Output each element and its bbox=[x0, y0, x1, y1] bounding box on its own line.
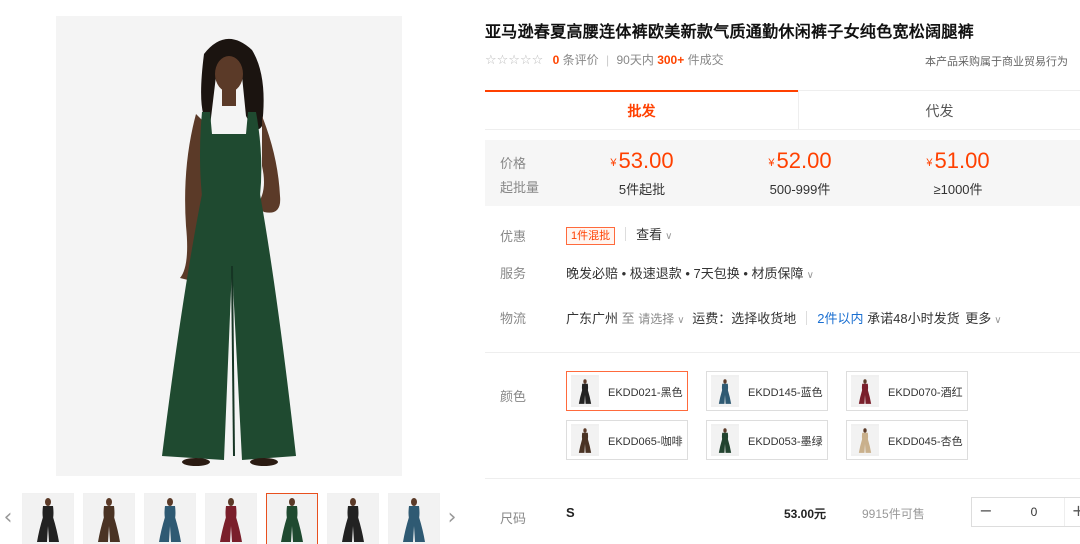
gallery-thumbnail[interactable] bbox=[388, 493, 440, 544]
thumbnail-strip: ‹ › bbox=[0, 490, 462, 544]
review-suffix[interactable]: 条评价 bbox=[563, 53, 599, 67]
gallery-thumbnail[interactable] bbox=[266, 493, 318, 544]
destination-select[interactable]: 请选择 bbox=[638, 312, 674, 326]
to-text: 至 bbox=[621, 311, 635, 326]
trade-note: 本产品采购属于商业贸易行为 bbox=[925, 56, 1068, 68]
currency-symbol: ¥ bbox=[610, 157, 617, 169]
color-option[interactable]: EKDD021-黑色 bbox=[566, 371, 688, 411]
tier-qty: 500-999件 bbox=[769, 182, 831, 197]
color-swatch-image bbox=[711, 375, 739, 407]
thumb-next-arrow-icon[interactable]: › bbox=[444, 504, 460, 534]
color-option[interactable]: EKDD065-咖啡 bbox=[566, 420, 688, 460]
color-option-label: EKDD021-黑色 bbox=[608, 387, 683, 399]
review-count[interactable]: 0 bbox=[553, 53, 560, 67]
tier-qty: 5件起批 bbox=[618, 182, 666, 197]
size-price: 53.00元 bbox=[784, 507, 827, 521]
size-label: 尺码 bbox=[500, 511, 527, 526]
tier-price: 51.00 bbox=[934, 148, 990, 173]
color-option-label: EKDD045-杏色 bbox=[888, 436, 963, 448]
color-option[interactable]: EKDD045-杏色 bbox=[846, 420, 968, 460]
more-link[interactable]: 更多 bbox=[965, 311, 991, 326]
purchase-tabs: 批发 代发 bbox=[485, 90, 1080, 130]
color-swatch-image bbox=[851, 375, 879, 407]
price-box: 价格 起批量 ¥53.00 5件起批 ¥52.00 500-999件 ¥51.0… bbox=[485, 140, 1080, 206]
divider bbox=[485, 478, 1080, 479]
price-label: 价格 bbox=[500, 156, 527, 171]
color-option[interactable]: EKDD053-墨绿 bbox=[706, 420, 828, 460]
chevron-down-icon[interactable]: ∨ bbox=[677, 315, 684, 326]
logistics-label: 物流 bbox=[500, 311, 527, 326]
quantity-input[interactable] bbox=[1012, 502, 1056, 522]
freight-text: 运费：选择收货地 bbox=[692, 311, 797, 326]
color-label: 颜色 bbox=[500, 389, 527, 404]
promo-label: 优惠 bbox=[500, 229, 527, 244]
minus-icon[interactable]: − bbox=[972, 498, 1000, 526]
moq-label: 起批量 bbox=[500, 180, 540, 195]
price-tier: ¥52.00 500-999件 bbox=[725, 148, 875, 198]
gallery-thumbnail[interactable] bbox=[144, 493, 196, 544]
color-option-label: EKDD070-酒红 bbox=[888, 387, 963, 399]
tier-price: 52.00 bbox=[776, 148, 832, 173]
chevron-down-icon[interactable]: ∨ bbox=[665, 231, 672, 242]
ship-promise: 承诺48小时发货 bbox=[867, 311, 960, 326]
sold-prefix: 90天内 bbox=[616, 53, 654, 67]
divider bbox=[485, 352, 1080, 353]
color-option-label: EKDD053-墨绿 bbox=[748, 436, 823, 448]
tier-qty: ≥1000件 bbox=[933, 182, 983, 197]
mix-batch-tag: 1件混批 bbox=[566, 227, 616, 245]
color-option-label: EKDD145-蓝色 bbox=[748, 387, 823, 399]
chevron-down-icon[interactable]: ∨ bbox=[807, 270, 814, 281]
separator: | bbox=[606, 53, 610, 67]
sold-suffix: 件成交 bbox=[687, 53, 724, 67]
color-swatch-image bbox=[851, 424, 879, 456]
service-text: 晚发必赔 • 极速退款 • 7天包换 • 材质保障 bbox=[566, 266, 804, 281]
color-swatch-image bbox=[571, 375, 599, 407]
promo-view-link[interactable]: 查看 bbox=[636, 227, 662, 242]
logistics-row: 广东广州 至 请选择 ∨ 运费：选择收货地 2件以内 承诺48小时发货 更多 ∨ bbox=[566, 308, 1002, 327]
origin-city: 广东广州 bbox=[566, 311, 619, 326]
tab-wholesale[interactable]: 批发 bbox=[485, 90, 798, 130]
price-tier: ¥51.00 ≥1000件 bbox=[883, 148, 1033, 198]
color-swatch-image bbox=[571, 424, 599, 456]
currency-symbol: ¥ bbox=[768, 157, 775, 169]
tier-price: 53.00 bbox=[618, 148, 674, 173]
color-swatch-image bbox=[711, 424, 739, 456]
quantity-stepper: − + bbox=[971, 497, 1080, 527]
gallery-thumbnail[interactable] bbox=[22, 493, 74, 544]
service-row[interactable]: 晚发必赔 • 极速退款 • 7天包换 • 材质保障 ∨ bbox=[566, 263, 814, 282]
size-stock: 9915件可售 bbox=[862, 507, 925, 521]
rating-row: ☆☆☆☆☆ 0 条评价 | 90天内 300+ 件成交 bbox=[485, 51, 724, 68]
rating-stars-icon: ☆☆☆☆☆ bbox=[485, 53, 544, 68]
price-tier: ¥53.00 5件起批 bbox=[567, 148, 717, 198]
model-figure bbox=[56, 16, 402, 476]
currency-symbol: ¥ bbox=[926, 157, 933, 169]
color-option[interactable]: EKDD070-酒红 bbox=[846, 371, 968, 411]
gallery-thumbnail[interactable] bbox=[205, 493, 257, 544]
qty-range: 2件以内 bbox=[817, 311, 864, 326]
chevron-down-icon[interactable]: ∨ bbox=[994, 315, 1001, 326]
size-value: S bbox=[566, 505, 575, 520]
product-main-image[interactable] bbox=[56, 16, 402, 476]
gallery-thumbnail[interactable] bbox=[83, 493, 135, 544]
product-title: 亚马逊春夏高腰连体裤欧美新款气质通勤休闲裤子女纯色宽松阔腿裤 bbox=[485, 22, 975, 41]
color-option[interactable]: EKDD145-蓝色 bbox=[706, 371, 828, 411]
divider bbox=[625, 227, 627, 241]
color-option-label: EKDD065-咖啡 bbox=[608, 436, 683, 448]
service-label: 服务 bbox=[500, 266, 527, 281]
tab-dropship[interactable]: 代发 bbox=[798, 90, 1080, 130]
thumb-prev-arrow-icon[interactable]: ‹ bbox=[0, 504, 16, 534]
promo-row: 1件混批 查看 ∨ bbox=[566, 224, 672, 245]
divider bbox=[806, 311, 808, 325]
plus-icon[interactable]: + bbox=[1064, 498, 1080, 526]
gallery-thumbnail[interactable] bbox=[327, 493, 379, 544]
sold-count: 300+ bbox=[657, 53, 685, 67]
